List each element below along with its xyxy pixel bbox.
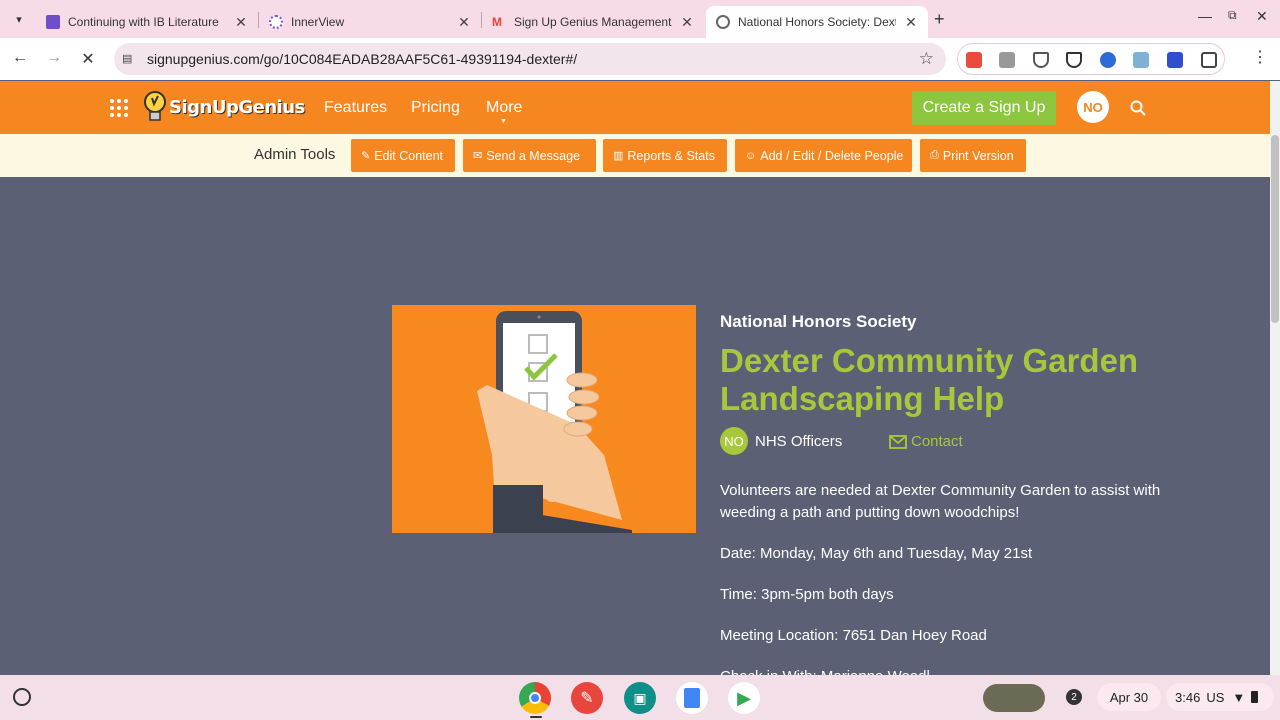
reports-stats-button[interactable]: ▥ Reports & Stats (603, 139, 727, 172)
site-info-icon[interactable]: ▤ (122, 52, 136, 66)
clock-time: 3:46 (1175, 689, 1201, 705)
tab-strip: ▾ Continuing with IB Literature ✕ InnerV… (0, 0, 1280, 38)
search-icon[interactable] (1130, 100, 1146, 116)
minimize-icon[interactable]: — (1198, 8, 1212, 24)
forward-icon[interactable]: → (44, 49, 64, 67)
nav-more[interactable]: More (486, 99, 522, 117)
extensions-area (957, 43, 1225, 75)
printer-icon: ⎙ (930, 149, 939, 161)
scrollbar-thumb[interactable] (1271, 135, 1279, 323)
browser-toolbar: ← → ✕ ▤ signupgenius.com/go/10C084EADAB2… (0, 38, 1280, 80)
notification-count[interactable]: 2 (1066, 689, 1082, 705)
tab-search-chevron-icon[interactable]: ▾ (8, 8, 30, 30)
new-tab-icon[interactable]: + (934, 9, 945, 30)
close-tab-icon[interactable]: ✕ (680, 14, 694, 31)
user-avatar[interactable]: NO (1077, 91, 1109, 123)
launcher-icon[interactable] (13, 688, 31, 706)
docs-app-icon[interactable] (676, 682, 708, 714)
date-tray[interactable]: Apr 30 (1097, 683, 1161, 711)
extension-icon[interactable] (966, 52, 982, 68)
signup-hero-image (392, 305, 696, 533)
extension-icon[interactable] (1100, 52, 1116, 68)
shield-icon[interactable] (1033, 52, 1049, 68)
signupgenius-logo[interactable]: SignUpGenius (143, 89, 305, 125)
play-store-icon[interactable]: ▶ (728, 682, 760, 714)
extension-icon[interactable] (1167, 52, 1183, 68)
send-message-button[interactable]: ✉ Send a Message (463, 139, 596, 172)
wifi-icon: ▼ (1232, 689, 1246, 705)
create-signup-button[interactable]: Create a Sign Up (912, 91, 1056, 125)
event-description: Volunteers are needed at Dexter Communit… (720, 482, 1161, 521)
account-avatars[interactable] (983, 684, 1045, 712)
puzzle-icon[interactable] (1201, 52, 1217, 68)
classroom-app-icon[interactable]: ▣ (624, 682, 656, 714)
user-icon: ☺ (745, 149, 757, 162)
chrome-app-icon[interactable] (519, 682, 551, 714)
close-tab-icon[interactable]: ✕ (234, 14, 248, 31)
event-checkin: Check in With: Marianne Woodl... (720, 666, 1180, 675)
chromeos-shelf: ✎ ▣ ▶ (0, 675, 1280, 720)
innerview-icon (269, 15, 283, 29)
envelope-icon: ✉ (473, 150, 483, 162)
chevron-down-icon: ▼ (500, 118, 507, 125)
event-date: Date: Monday, May 6th and Tuesday, May 2… (720, 545, 1033, 562)
apps-grid-icon[interactable] (110, 99, 128, 117)
back-icon[interactable]: ← (10, 49, 30, 67)
event-time: Time: 3pm-5pm both days (720, 586, 894, 603)
locale-indicator: US (1206, 689, 1225, 705)
shield-icon[interactable] (1066, 52, 1082, 68)
edit-content-button[interactable]: ✎ Edit Content (351, 139, 455, 172)
lightbulb-icon (144, 91, 166, 121)
organizer-avatar: NO (720, 427, 748, 455)
status-tray[interactable]: 3:46 US ▼ (1166, 683, 1274, 711)
url-text[interactable]: signupgenius.com/go/10C084EADAB28AAF5C61… (147, 51, 577, 67)
nav-features[interactable]: Features (324, 99, 387, 117)
tab-ib-literature[interactable]: Continuing with IB Literature ✕ (36, 6, 258, 38)
nav-pricing[interactable]: Pricing (411, 99, 460, 117)
event-title: Dexter Community Garden Landscaping Help (720, 342, 1139, 417)
google-forms-icon (46, 15, 60, 29)
tab-nhs-active[interactable]: National Honors Society: Dexte ✕ (706, 6, 928, 38)
envelope-icon (889, 434, 907, 449)
admin-tools-label: Admin Tools (254, 146, 336, 163)
gmail-icon: M (492, 15, 502, 29)
event-location: Meeting Location: 7651 Dan Hoey Road (720, 627, 987, 644)
close-tab-icon[interactable]: ✕ (904, 14, 918, 31)
organization-name: National Honors Society (720, 312, 917, 331)
canvas-app-icon[interactable]: ✎ (571, 682, 603, 714)
extension-icon[interactable] (1133, 52, 1149, 68)
manage-people-button[interactable]: ☺ Add / Edit / Delete People (735, 139, 912, 172)
bookmark-star-icon[interactable]: ☆ (919, 49, 934, 69)
print-version-button[interactable]: ⎙ Print Version (920, 139, 1026, 172)
tab-innerview[interactable]: InnerView ✕ (259, 6, 481, 38)
organizer-name: NHS Officers (755, 433, 843, 450)
site-header: SignUpGenius Features Pricing More ▼ Cre… (0, 81, 1270, 134)
edit-icon: ✎ (361, 150, 371, 162)
bar-chart-icon: ▥ (613, 150, 624, 162)
active-app-indicator (530, 716, 542, 718)
close-window-icon[interactable]: ✕ (1256, 8, 1268, 25)
stop-loading-icon[interactable]: ✕ (78, 49, 98, 69)
close-tab-icon[interactable]: ✕ (457, 14, 471, 31)
restore-icon[interactable]: ⧉ (1228, 8, 1237, 23)
loading-icon (716, 15, 730, 29)
phone-checklist-illustration (477, 311, 632, 533)
tab-gmail-signup[interactable]: M Sign Up Genius Management - ✕ (482, 6, 704, 38)
address-bar[interactable]: ▤ signupgenius.com/go/10C084EADAB28AAF5C… (114, 43, 946, 75)
battery-icon (1251, 691, 1259, 703)
admin-tools-bar: Admin Tools ✎ Edit Content ✉ Send a Messag… (0, 134, 1270, 177)
kebab-menu-icon[interactable]: ⋮ (1252, 47, 1268, 67)
contact-link[interactable]: Contact (889, 433, 963, 450)
extension-icon[interactable] (999, 52, 1015, 68)
